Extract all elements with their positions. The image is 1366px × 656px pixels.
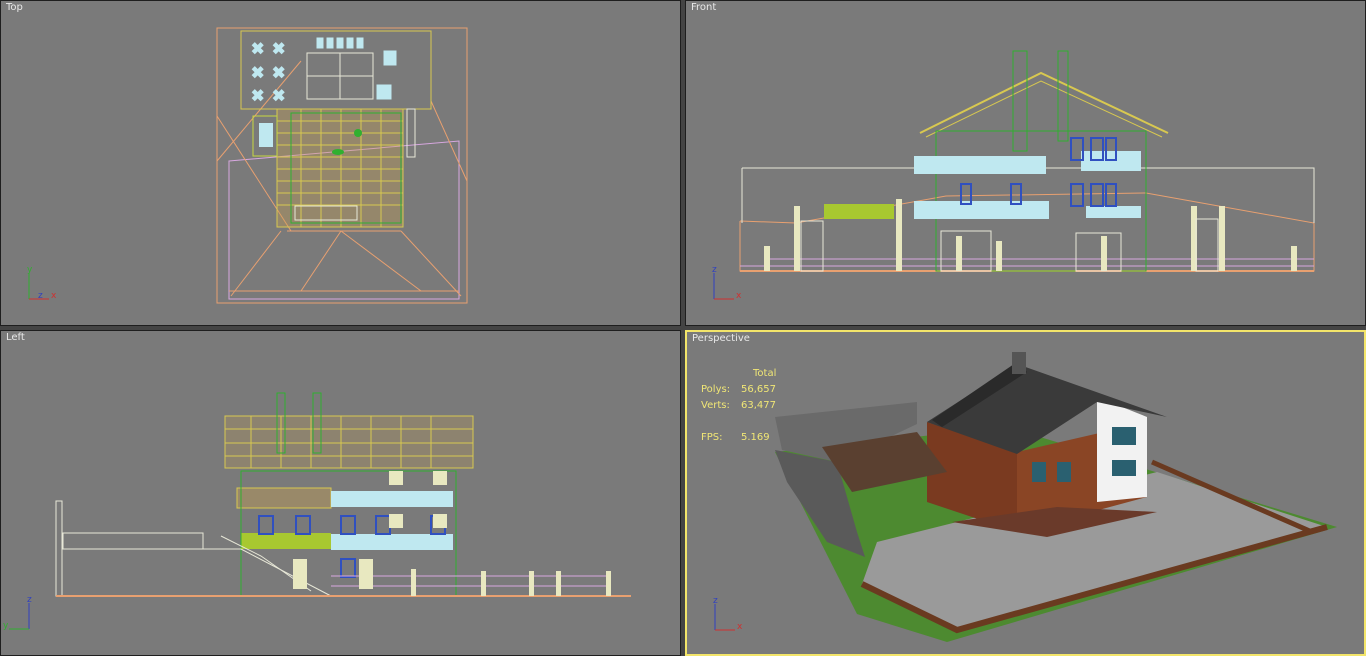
svg-text:✖: ✖ [272,86,285,105]
top-wireframe: ✖ ✖ ✖ ✖ ✖ ✖ y x z [27,27,468,304]
left-viewport[interactable]: Left z y [0,330,681,656]
axis-y-label: y [27,265,33,275]
svg-text:✖: ✖ [272,39,285,58]
svg-text:✖: ✖ [251,39,264,58]
axis-x-label: x [736,291,742,301]
left-wireframe: z y [3,392,631,631]
front-viewport[interactable]: Front z x [685,0,1366,326]
axis-z-label: z [712,265,717,275]
axis-z-label: z [38,291,43,301]
perspective-render [775,352,1337,642]
svg-text:✖: ✖ [251,63,264,82]
top-viewport[interactable]: Top ✖ ✖ ✖ ✖ ✖ ✖ y x z [0,0,681,326]
perspective-viewport[interactable]: Perspective Total Polys: 56,657 Verts: 6… [685,330,1366,656]
axis-gizmo: z x [713,596,743,632]
front-wireframe: z x [712,50,1315,301]
axis-x-label: x [737,622,743,632]
svg-text:✖: ✖ [251,86,264,105]
axis-z-label: z [27,595,32,605]
axis-x-label: x [51,291,57,301]
axis-y-label: y [3,621,9,631]
svg-text:✖: ✖ [272,63,285,82]
axis-z-label: z [713,596,718,606]
